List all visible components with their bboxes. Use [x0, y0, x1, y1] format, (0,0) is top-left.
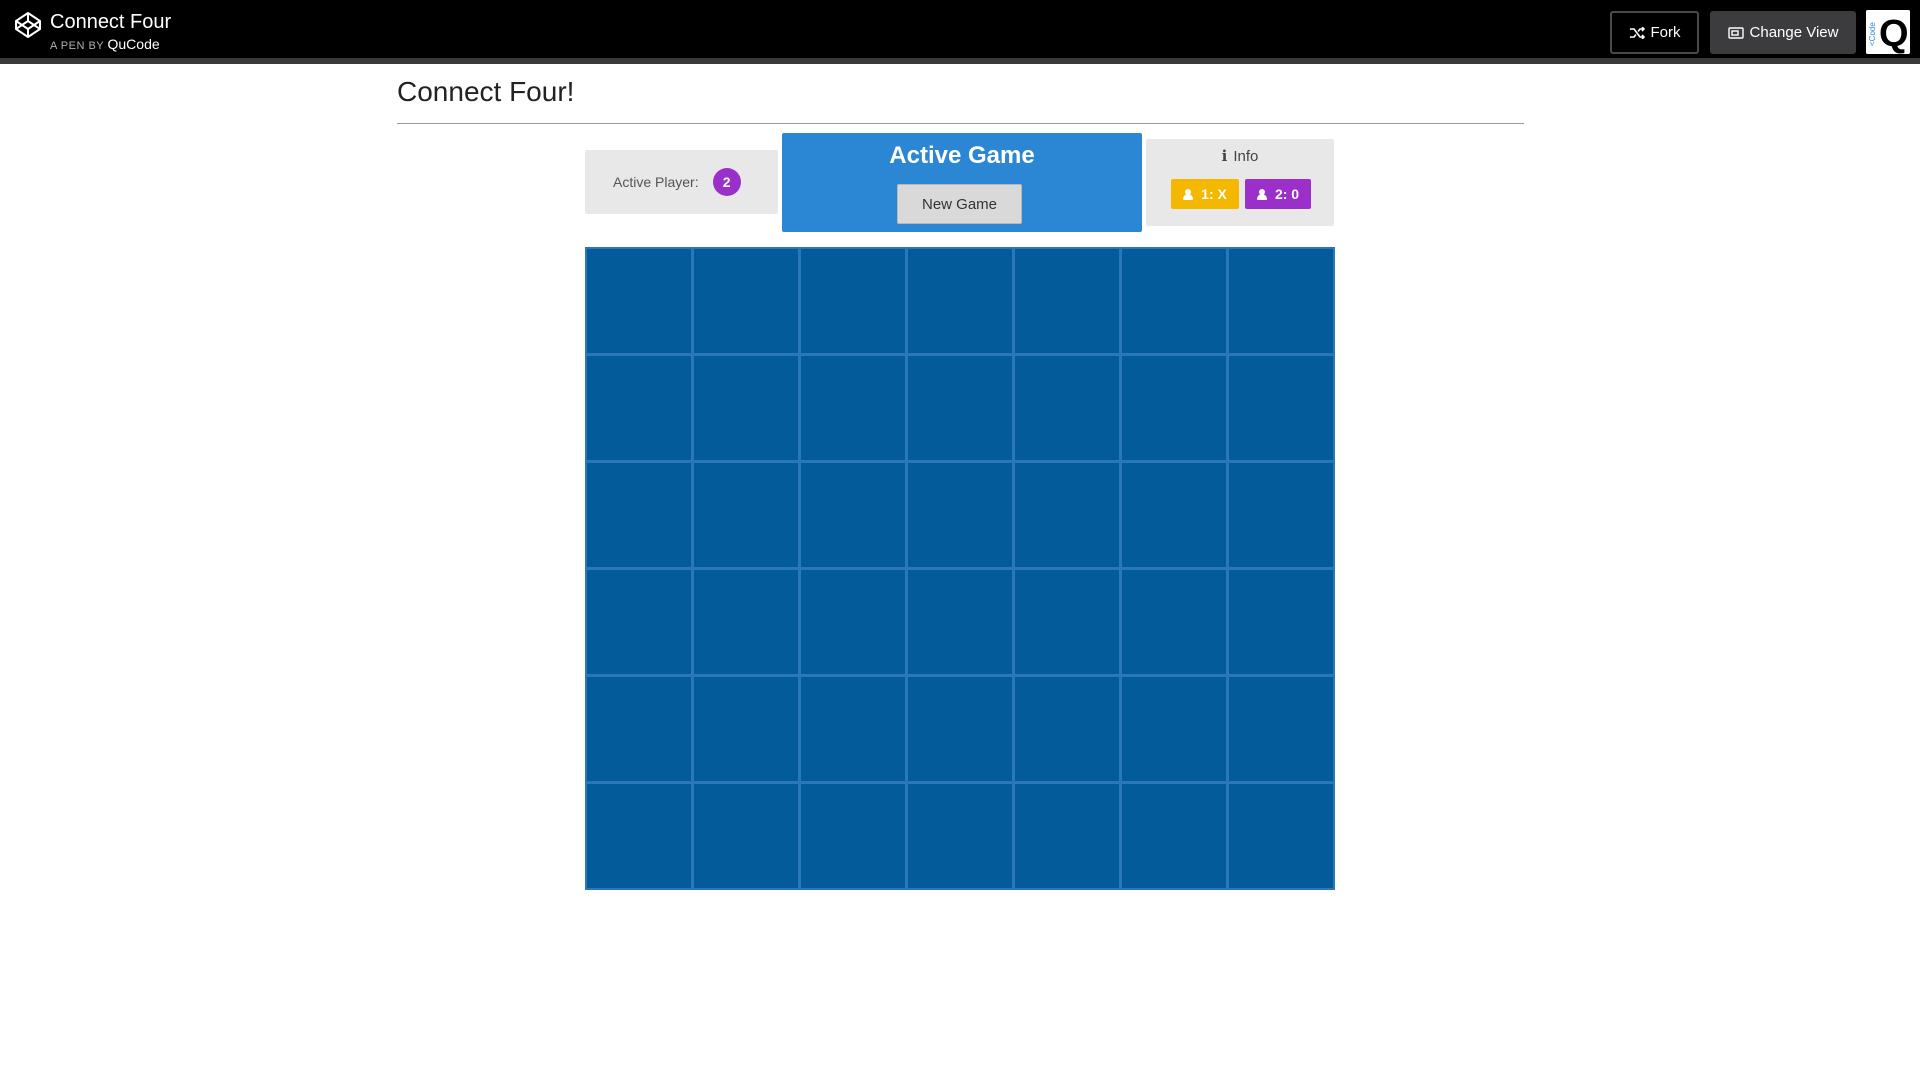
player-2-score-badge: 2: 0 [1245, 179, 1311, 209]
title-divider [397, 123, 1524, 124]
info-header[interactable]: i Info [1146, 147, 1334, 165]
info-panel: i Info 1: X 2: 0 [1146, 139, 1334, 226]
board-cell[interactable] [1015, 356, 1119, 460]
board-cell[interactable] [587, 356, 691, 460]
board-cell[interactable] [1229, 463, 1333, 567]
board-cell[interactable] [587, 463, 691, 567]
board-cell[interactable] [1229, 356, 1333, 460]
board-cell[interactable] [1229, 249, 1333, 353]
avatar-side-text: <Code [1868, 22, 1877, 46]
pen-by-label: A PEN BY [50, 40, 104, 52]
codepen-logo-icon[interactable] [14, 11, 42, 39]
board-cell[interactable] [1015, 570, 1119, 674]
active-player-badge: 2 [712, 168, 741, 196]
board-cell[interactable] [908, 356, 1012, 460]
board-cell[interactable] [801, 249, 905, 353]
board-cell[interactable] [1122, 356, 1226, 460]
board-cell[interactable] [1015, 784, 1119, 888]
top-bar: Connect Four A PEN BY QuCode Fork Change… [0, 0, 1920, 64]
board-cell[interactable] [801, 570, 905, 674]
board-cell[interactable] [1229, 784, 1333, 888]
board-cell[interactable] [1122, 249, 1226, 353]
board-cell[interactable] [801, 784, 905, 888]
pen-author-link[interactable]: QuCode [108, 36, 160, 52]
game-status-title: Active Game [889, 142, 1035, 169]
fork-label: Fork [1650, 24, 1681, 41]
board-cell[interactable] [908, 249, 1012, 353]
info-label: Info [1233, 148, 1259, 165]
board-cell[interactable] [694, 784, 798, 888]
avatar-letter: Q [1879, 13, 1909, 54]
fork-button[interactable]: Fork [1610, 11, 1699, 54]
board-cell[interactable] [801, 463, 905, 567]
player-1-score-badge: 1: X [1171, 179, 1239, 209]
board-cell[interactable] [1015, 677, 1119, 781]
board-cell[interactable] [1015, 463, 1119, 567]
pen-byline: A PEN BY QuCode [50, 36, 171, 52]
board-cell[interactable] [801, 677, 905, 781]
board-cell[interactable] [801, 356, 905, 460]
board-cell[interactable] [908, 784, 1012, 888]
avatar[interactable]: <Code Q [1866, 10, 1910, 54]
user-icon [1256, 188, 1267, 200]
pen-brand: Connect Four A PEN BY QuCode [14, 10, 171, 52]
board-cell[interactable] [694, 463, 798, 567]
board-cell[interactable] [694, 570, 798, 674]
player-1-score: 1: X [1201, 186, 1227, 202]
active-player-label: Active Player: [613, 174, 699, 190]
board-cell[interactable] [694, 356, 798, 460]
pen-title: Connect Four [50, 11, 172, 33]
change-view-label: Change View [1749, 24, 1839, 41]
new-game-button[interactable]: New Game [897, 184, 1022, 224]
board-cell[interactable] [1122, 784, 1226, 888]
fork-icon [1629, 26, 1645, 39]
layout-icon [1727, 26, 1744, 39]
board-cell[interactable] [587, 677, 691, 781]
qucode-avatar-icon: <Code Q [1866, 10, 1910, 54]
game-board [585, 247, 1335, 890]
player-2-score: 2: 0 [1274, 186, 1300, 202]
info-icon: i [1221, 147, 1228, 165]
active-game-panel: Active Game New Game [782, 133, 1142, 232]
board-cell[interactable] [694, 249, 798, 353]
board-cell[interactable] [587, 249, 691, 353]
board-cell[interactable] [908, 570, 1012, 674]
active-player-panel: Active Player: 2 [585, 150, 778, 214]
board-cell[interactable] [908, 463, 1012, 567]
board-cell[interactable] [1122, 570, 1226, 674]
board-cell[interactable] [587, 784, 691, 888]
board-cell[interactable] [908, 677, 1012, 781]
change-view-button[interactable]: Change View [1710, 11, 1856, 54]
user-icon [1183, 188, 1194, 200]
page-title: Connect Four! [397, 76, 575, 107]
board-cell[interactable] [1015, 249, 1119, 353]
board-cell[interactable] [1229, 570, 1333, 674]
board-cell[interactable] [694, 677, 798, 781]
board-cell[interactable] [1229, 677, 1333, 781]
board-cell[interactable] [587, 570, 691, 674]
board-cell[interactable] [1122, 463, 1226, 567]
board-cell[interactable] [1122, 677, 1226, 781]
